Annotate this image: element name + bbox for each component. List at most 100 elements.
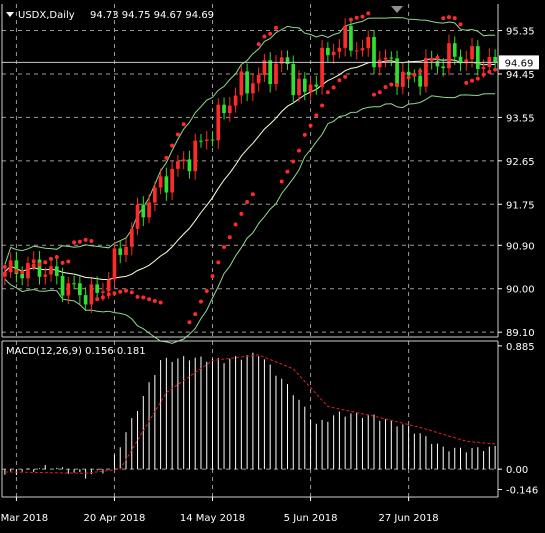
candle-body [95,284,100,293]
parabolic-sar-dot [372,92,376,97]
parabolic-sar-dot [354,15,359,20]
parabolic-sar-dot [429,57,434,62]
parabolic-sar-dot [14,268,19,273]
parabolic-sar-dot [348,17,353,22]
price-tick-label: 93.55 [506,113,535,124]
candle-body [176,161,180,169]
candle-body [354,50,359,52]
candle-body [314,84,319,87]
candle-body [470,46,474,60]
candle-body [349,25,353,51]
parabolic-sar-dot [227,235,232,240]
candle-body [389,57,394,59]
candle-body [118,248,123,255]
candle-body [435,60,440,67]
candle-body [181,159,186,162]
parabolic-sar-dot [262,34,267,39]
parabolic-sar-dot [158,300,163,305]
parabolic-sar-dot [452,16,457,21]
parabolic-sar-dot [83,237,88,242]
parabolic-sar-dot [493,67,498,72]
parabolic-sar-dot [366,11,371,16]
candle-body [170,168,174,193]
candle-body [337,47,342,52]
time-tick-label: 27 Jun 2018 [379,513,439,524]
parabolic-sar-dot [470,78,475,83]
parabolic-sar-dot [135,294,140,299]
parabolic-sar-dot [487,69,492,74]
price-tick-label: 92.65 [506,157,535,168]
parabolic-sar-dot [112,291,117,296]
candle-body [297,78,301,96]
candle-body [447,43,451,69]
parabolic-sar-dot [377,90,382,95]
candle-body [256,75,261,84]
candle-body [320,47,324,87]
candle-body [210,139,215,141]
parabolic-sar-dot [8,268,13,273]
candle-body [406,71,411,76]
candle-body [106,279,111,292]
candle-body [129,228,134,247]
parabolic-sar-dot [331,85,336,90]
parabolic-sar-dot [302,132,307,137]
candle-body [227,105,232,114]
current-price-marker: 94.69 [499,55,539,70]
price-tick-label: 94.45 [506,70,535,81]
parabolic-sar-dot [66,259,71,264]
candle-body [268,60,273,85]
parabolic-sar-dot [297,148,302,153]
usdx-daily-chart: 95.35 94.45 93.55 92.65 91.75 90.90 90.00 89.10… [0,0,545,533]
candle-body [26,263,30,279]
parabolic-sar-dot [435,55,440,60]
candle-body [147,202,151,218]
candle-body [135,204,140,229]
candle-body [49,266,53,275]
parabolic-sar-dot [250,192,255,197]
parabolic-sar-dot [72,240,77,245]
parabolic-sar-dot [446,15,451,20]
time-tick-label: 20 Apr 2018 [84,513,146,524]
parabolic-sar-dot [141,295,146,300]
candle-body [302,78,307,92]
candle-body [66,283,71,296]
candle-body [60,276,65,296]
parabolic-sar-dot [49,256,54,261]
parabolic-sar-dot [308,123,313,128]
parabolic-sar-dot [320,103,325,108]
candle-body [418,75,422,87]
parabolic-sar-dot [222,245,227,250]
parabolic-sar-dot [458,22,463,27]
parabolic-sar-dot [89,238,94,243]
parabolic-sar-dot [193,312,198,317]
parabolic-sar-dot [31,263,36,268]
candle-body [164,176,169,193]
candle-body [54,266,59,277]
candle-body [20,273,25,279]
parabolic-sar-dot [129,290,134,295]
parabolic-sar-dot [100,295,105,300]
parabolic-sar-dot [233,222,238,227]
candle-body [101,291,105,293]
parabolic-sar-dot [60,260,65,265]
candle-body [291,64,296,96]
parabolic-sar-dot [389,82,394,87]
price-tick-label: 90.90 [506,241,535,252]
candle-body [3,271,7,277]
parabolic-sar-dot [314,113,319,118]
candle-body [285,57,290,65]
macd-label: MACD(12,26,9) 0.156 0.181 [6,346,146,357]
macd-tick-label: -0.146 [506,485,538,496]
candle-body [31,259,36,264]
parabolic-sar-dot [170,143,175,148]
parabolic-sar-dot [164,155,169,160]
parabolic-sar-dot [481,72,486,77]
parabolic-sar-dot [406,75,411,80]
parabolic-sar-dot [198,299,203,304]
parabolic-sar-dot [204,289,209,294]
parabolic-sar-dot [464,80,469,85]
candle-body [37,259,42,277]
parabolic-sar-dot [210,274,215,279]
candle-body [233,95,238,106]
candle-body [377,59,382,68]
